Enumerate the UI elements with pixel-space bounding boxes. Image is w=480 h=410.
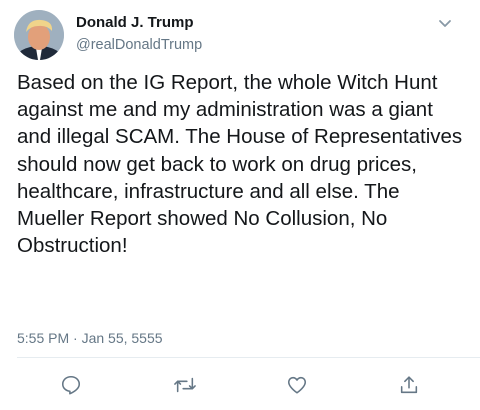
reply-button[interactable] — [58, 372, 84, 398]
display-name[interactable]: Donald J. Trump — [76, 14, 202, 32]
author-info: Donald J. Trump @realDonaldTrump — [76, 14, 202, 54]
chevron-down-icon[interactable] — [438, 16, 452, 27]
like-icon — [287, 376, 307, 394]
avatar[interactable] — [14, 10, 64, 60]
handle[interactable]: @realDonaldTrump — [76, 36, 202, 54]
share-button[interactable] — [396, 372, 422, 398]
divider — [17, 357, 480, 358]
reply-icon — [61, 375, 81, 395]
action-bar — [0, 370, 480, 398]
timestamp[interactable]: 5:55 PM · Jan 55, 5555 — [17, 330, 163, 346]
profile-photo-icon — [14, 10, 64, 60]
tweet-card: Donald J. Trump @realDonaldTrump Based o… — [0, 0, 480, 410]
like-button[interactable] — [284, 372, 310, 398]
tweet-text: Based on the IG Report, the whole Witch … — [17, 71, 468, 258]
share-icon — [400, 376, 418, 394]
retweet-button[interactable] — [172, 372, 198, 398]
retweet-icon — [174, 377, 196, 393]
